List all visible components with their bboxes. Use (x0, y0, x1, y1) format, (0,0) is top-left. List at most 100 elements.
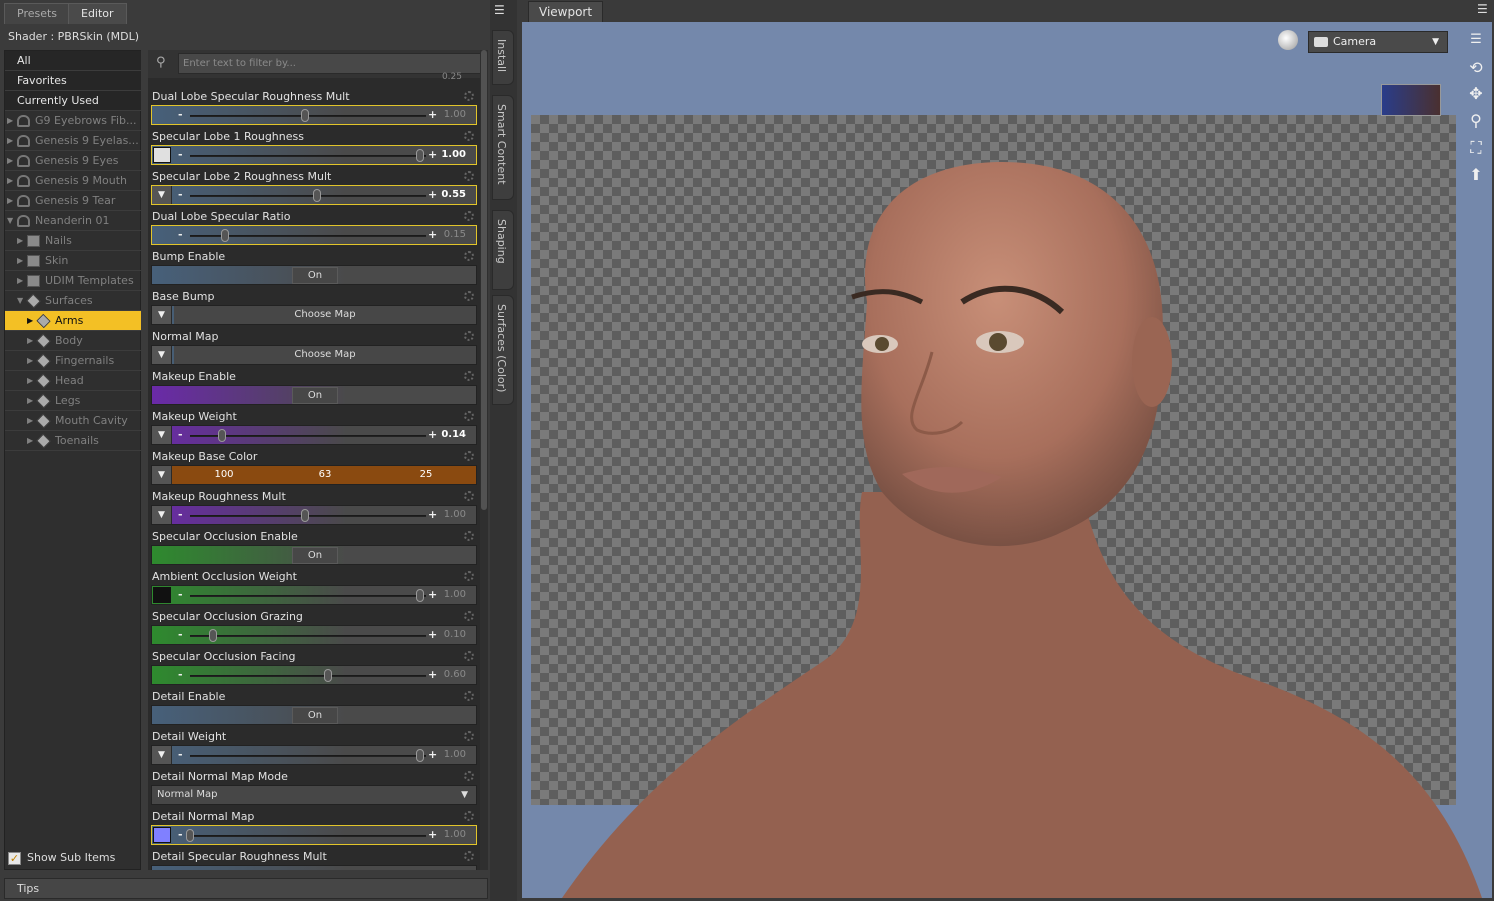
slider-knob[interactable] (416, 749, 424, 762)
color-swatch[interactable] (153, 587, 171, 603)
gear-icon[interactable] (464, 251, 474, 261)
dropdown-arrow-icon[interactable]: ▼ (152, 186, 172, 204)
reset-view-icon[interactable]: ⬆ (1466, 165, 1486, 185)
decrement-icon[interactable]: - (178, 426, 183, 443)
collapse-arrow-icon[interactable]: ▼ (7, 211, 13, 230)
slider-track[interactable] (190, 755, 426, 757)
property-control[interactable]: ▼ Choose Map (151, 305, 477, 325)
increment-icon[interactable]: + (428, 426, 437, 443)
tree-filter-currently-used[interactable]: Currently Used (5, 91, 141, 111)
expand-arrow-icon[interactable]: ▶ (27, 391, 33, 410)
expand-arrow-icon[interactable]: ▶ (27, 411, 33, 430)
expand-arrow-icon[interactable]: ▶ (17, 271, 23, 290)
gear-icon[interactable] (464, 171, 474, 181)
gear-icon[interactable] (464, 491, 474, 501)
mode-select[interactable]: Normal Map ▼ (152, 786, 476, 804)
slider-value[interactable]: 0.55 (441, 186, 466, 204)
slider-knob[interactable] (312, 189, 321, 202)
choose-map-button[interactable]: Choose Map (174, 346, 476, 364)
gear-icon[interactable] (464, 451, 474, 461)
dropdown-arrow-icon[interactable] (152, 626, 172, 644)
slider-knob[interactable] (186, 829, 194, 842)
slider-value[interactable]: 0.60 (444, 666, 466, 684)
gear-icon[interactable] (464, 291, 474, 301)
expand-arrow-icon[interactable]: ▶ (7, 151, 13, 170)
tree-item[interactable]: ▶ Legs (5, 391, 141, 411)
property-control[interactable]: On (151, 385, 477, 405)
property-control[interactable]: - +1.00 (151, 585, 477, 605)
tree-item[interactable]: ▶ Genesis 9 Eyelas... (5, 131, 141, 151)
dropdown-arrow-icon[interactable]: ▼ (152, 346, 172, 364)
tree-item[interactable]: ▶ Toenails (5, 431, 141, 451)
gear-icon[interactable] (464, 91, 474, 101)
property-control[interactable]: - +1.00 (151, 105, 477, 125)
slider-knob[interactable] (416, 149, 424, 162)
viewport-options-icon[interactable]: ☰ (1466, 30, 1486, 50)
gear-icon[interactable] (464, 691, 474, 701)
tree-item[interactable]: ▶ Genesis 9 Mouth (5, 171, 141, 191)
increment-icon[interactable]: + (428, 626, 437, 643)
menu-icon[interactable]: ☰ (494, 3, 505, 17)
property-control[interactable]: On (151, 705, 477, 725)
dropdown-arrow-icon[interactable]: ▼ (152, 466, 172, 484)
toggle-button[interactable]: On (292, 387, 338, 404)
zoom-icon[interactable]: ⚲ (1466, 111, 1486, 131)
slider-knob[interactable] (301, 109, 309, 122)
gear-icon[interactable] (464, 611, 474, 621)
choose-map-button[interactable]: Choose Map (174, 306, 476, 324)
dropdown-arrow-icon[interactable] (152, 666, 172, 684)
tab-surfaces-color[interactable]: Surfaces (Color) (492, 295, 514, 405)
slider-value[interactable]: 1.00 (444, 506, 466, 524)
slider-value[interactable]: 1.00 (444, 106, 466, 124)
slider-value[interactable]: 1.00 (444, 586, 466, 604)
slider-track[interactable] (190, 835, 426, 837)
gear-icon[interactable] (464, 811, 474, 821)
gear-icon[interactable] (464, 851, 474, 861)
property-control[interactable] (151, 865, 477, 870)
slider-track[interactable] (190, 195, 426, 197)
tips-panel[interactable]: Tips (4, 878, 488, 899)
decrement-icon[interactable]: - (178, 506, 183, 523)
tree-item[interactable]: ▶ G9 Eyebrows Fib... (5, 111, 141, 131)
slider-knob[interactable] (416, 589, 424, 602)
increment-icon[interactable]: + (428, 826, 437, 843)
expand-arrow-icon[interactable]: ▶ (27, 351, 33, 370)
slider-knob[interactable] (218, 429, 227, 442)
slider-track[interactable] (190, 675, 426, 677)
tree-item[interactable]: ▶ Mouth Cavity (5, 411, 141, 431)
increment-icon[interactable]: + (428, 106, 437, 123)
slider-value[interactable]: 0.10 (444, 626, 466, 644)
property-control[interactable]: - +1.00 (151, 825, 477, 845)
tree-item[interactable]: ▶ Fingernails (5, 351, 141, 371)
decrement-icon[interactable]: - (178, 666, 183, 683)
color-swatch[interactable] (153, 147, 171, 163)
decrement-icon[interactable]: - (178, 746, 183, 763)
increment-icon[interactable]: + (428, 226, 437, 243)
decrement-icon[interactable]: - (178, 586, 183, 603)
toggle-button[interactable]: On (292, 707, 338, 724)
gear-icon[interactable] (464, 771, 474, 781)
view-cube[interactable] (1381, 84, 1441, 116)
expand-arrow-icon[interactable]: ▶ (17, 231, 23, 250)
gear-icon[interactable] (464, 651, 474, 661)
tree-item[interactable]: ▶ Arms (5, 311, 141, 331)
tree-filter-favorites[interactable]: Favorites (5, 71, 141, 91)
color-channel-value[interactable]: 63 (275, 466, 375, 484)
toggle-button[interactable]: On (292, 267, 338, 284)
property-control[interactable]: On (151, 265, 477, 285)
decrement-icon[interactable]: - (178, 106, 183, 123)
slider-knob[interactable] (220, 229, 229, 242)
slider-track[interactable] (190, 595, 426, 597)
property-control[interactable]: On (151, 545, 477, 565)
dropdown-arrow-icon[interactable] (152, 226, 172, 244)
color-swatch[interactable] (153, 827, 171, 843)
frame-icon[interactable]: ⛶ (1466, 138, 1486, 158)
expand-arrow-icon[interactable]: ▶ (7, 191, 13, 210)
dropdown-arrow-icon[interactable]: ▼ (152, 306, 172, 324)
slider-value[interactable]: 1.00 (444, 746, 466, 764)
tree-item[interactable]: ▶ Nails (5, 231, 141, 251)
property-scrollbar[interactable] (480, 50, 488, 870)
tree-item[interactable]: ▶ Skin (5, 251, 141, 271)
slider-value[interactable]: 1.00 (441, 146, 466, 164)
property-control[interactable]: - +0.10 (151, 625, 477, 645)
